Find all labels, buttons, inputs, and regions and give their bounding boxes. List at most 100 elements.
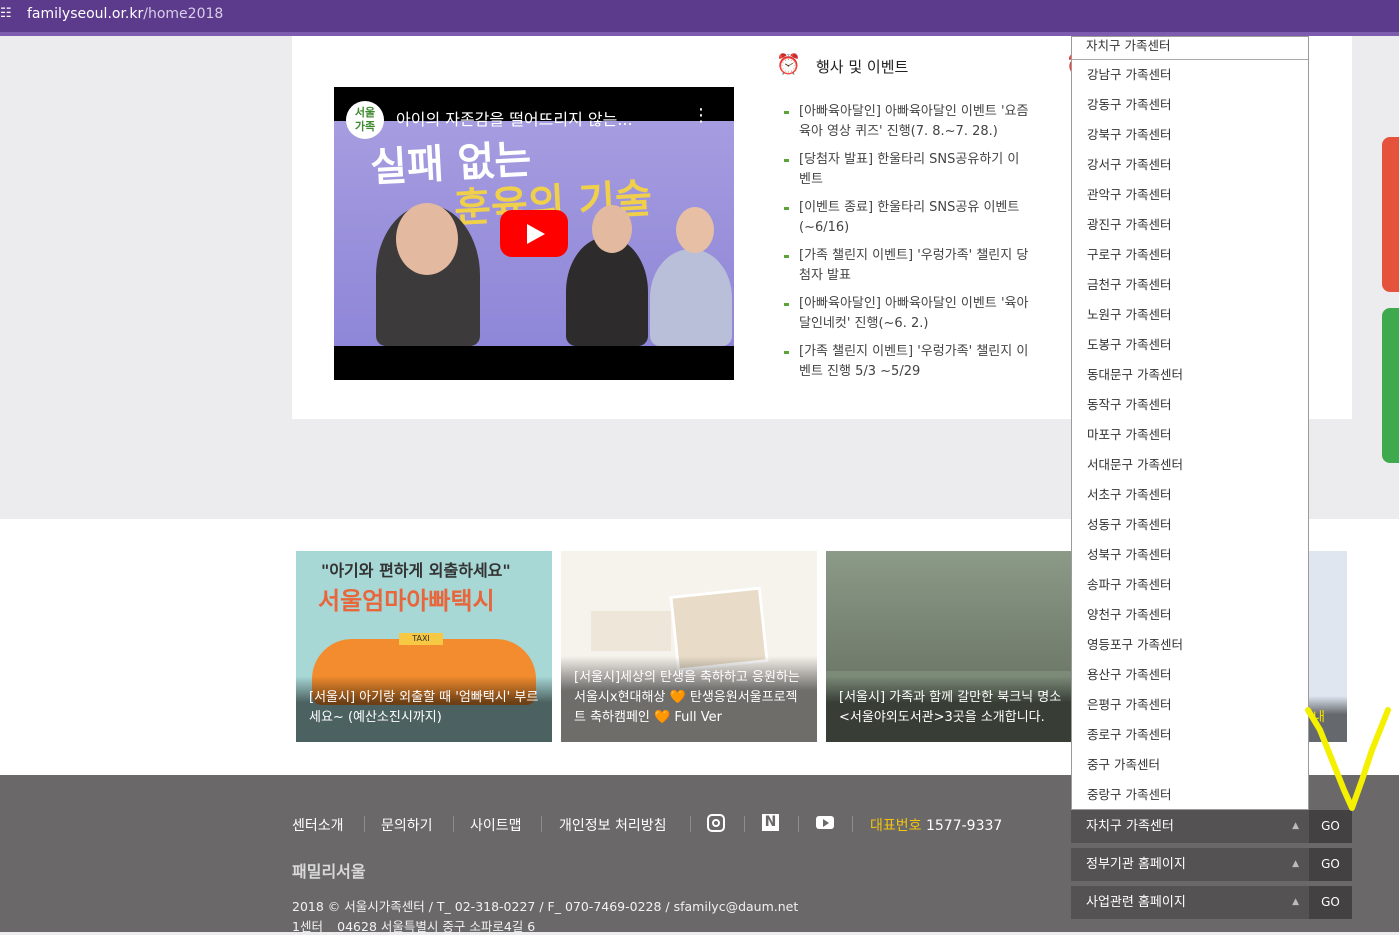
dropdown-option[interactable]: 강남구 가족센터 [1087,64,1171,83]
dropdown-option[interactable]: 중랑구 가족센터 [1087,784,1171,803]
event-link[interactable]: [가족 챌린지 이벤트] '우렁가족' 챌린지 이벤트 진행 5/3 ~5/29 [799,342,1029,382]
dropdown-option[interactable]: 용산구 가족센터 [1087,664,1171,683]
triangle-up-icon: ▲ [1292,821,1299,831]
news-card[interactable]: [서울시]세상의 탄생을 축하하고 응원하는 서울시x현대해상 🧡 탄생응원서울… [561,551,817,742]
district-center-select[interactable]: 자치구 가족센터 ▲ [1071,810,1309,843]
dropdown-option[interactable]: 중구 가족센터 [1087,754,1160,773]
government-sites-select[interactable]: 정부기관 홈페이지 ▲ [1071,848,1309,881]
dropdown-option[interactable]: 노원구 가족센터 [1087,304,1171,323]
divider [852,816,853,832]
events-section-title: 행사 및 이벤트 [816,58,909,76]
side-tab-green[interactable] [1382,308,1399,463]
footer-logo: 패밀리서울 [292,862,366,881]
dropdown-option[interactable]: 강북구 가족센터 [1087,124,1171,143]
phone-info: 대표번호 1577-9337 [870,815,1002,835]
url-text[interactable]: familyseoul.or.kr/home2018 [27,6,223,22]
dropdown-option[interactable]: 서대문구 가족센터 [1087,454,1183,473]
person-3-figure [650,249,732,346]
event-item[interactable]: [가족 챌린지 이벤트] '우렁가족' 챌린지 당첨자 발표 [784,246,1029,286]
card-brand: 서울엄마아빠택시 [318,587,495,615]
card-caption: [서울시] 가족과 함께 갈만한 북크닉 명소 <서울야외도서관>3곳을 소개합… [826,676,1082,742]
card-caption: [서울시]세상의 탄생을 축하하고 응원하는 서울시x현대해상 🧡 탄생응원서울… [561,656,817,742]
youtube-video-player[interactable]: 실패 없는 훈육의 기술 서울 가족 아이의 자존감을 떨어뜨리지 않는... … [334,87,734,380]
dropdown-option[interactable]: 관악구 가족센터 [1087,184,1171,203]
divider [798,816,799,832]
dropdown-option[interactable]: 동작구 가족센터 [1087,394,1171,413]
event-link[interactable]: [당첨자 발표] 한울타리 SNS공유하기 이벤트 [799,150,1029,190]
dropdown-option[interactable]: 송파구 가족센터 [1087,574,1171,593]
dropdown-option[interactable]: 마포구 가족센터 [1087,424,1171,443]
event-item[interactable]: [아빠육아달인] 아빠육아달인 이벤트 '육아달인네컷' 진행(~6. 2.) [784,294,1029,334]
person-3-face [676,207,714,253]
dropdown-option[interactable]: 성동구 가족센터 [1087,514,1171,533]
dropdown-option[interactable]: 광진구 가족센터 [1087,214,1171,233]
bullet-icon [784,255,789,258]
naver-icon[interactable]: N [762,814,779,831]
bullet-icon [784,159,789,162]
event-item[interactable]: [당첨자 발표] 한울타리 SNS공유하기 이벤트 [784,150,1029,190]
card-caption: [서울시] 아기랑 외출할 때 '엄빠택시' 부르세요~ (예산소진시까지) [296,676,552,742]
dropdown-option[interactable]: 구로구 가족센터 [1087,244,1171,263]
event-link[interactable]: [아빠육아달인] 아빠육아달인 이벤트 '요즘육아 영상 퀴즈' 진행(7. 8… [799,102,1029,142]
bullet-icon [784,303,789,306]
event-link[interactable]: [이벤트 종료] 한울타리 SNS공유 이벤트(~6/16) [799,198,1029,238]
dropdown-option[interactable]: 동대문구 가족센터 [1087,364,1183,383]
event-item[interactable]: [아빠육아달인] 아빠육아달인 이벤트 '요즘육아 영상 퀴즈' 진행(7. 8… [784,102,1029,142]
bullet-icon [784,207,789,210]
dropdown-option[interactable]: 양천구 가족센터 [1087,604,1171,623]
footer-link-sitemap[interactable]: 사이트맵 [470,815,522,835]
youtube-icon[interactable] [816,816,834,829]
footer-address: 1센터 _ 04628 서울특별시 중구 소파로4길 6 [292,919,536,934]
video-title[interactable]: 아이의 자존감을 떨어뜨리지 않는... [396,106,633,130]
photo-illustration [826,551,1082,671]
triangle-up-icon: ▲ [1292,859,1299,869]
divider [744,816,745,832]
news-card[interactable]: "아기와 편하게 외출하세요" 서울엄마아빠택시 TAXI [서울시] 아기랑 … [296,551,552,742]
go-button[interactable]: GO [1309,848,1352,881]
site-settings-icon[interactable]: ☷ [0,6,20,26]
alarm-clock-icon: ⏰ [776,52,801,76]
dropdown-option[interactable]: 영등포구 가족센터 [1087,634,1183,653]
dropdown-option[interactable]: 종로구 가족센터 [1087,724,1171,743]
phone-label: 대표번호 [870,818,922,834]
event-item[interactable]: [가족 챌린지 이벤트] '우렁가족' 챌린지 이벤트 진행 5/3 ~5/29 [784,342,1029,382]
dropdown-divider [1072,59,1308,60]
bullet-icon [784,111,789,114]
divider [690,816,691,832]
business-sites-select[interactable]: 사업관련 홈페이지 ▲ [1071,886,1309,919]
footer-link-about[interactable]: 센터소개 [292,815,344,835]
bullet-icon [784,351,789,354]
more-options-icon[interactable]: ⋮ [692,105,710,126]
url-path: /home2018 [143,6,224,22]
divider [453,816,454,832]
channel-logo[interactable]: 서울 가족 [346,101,384,139]
handwritten-check-annotation [1305,707,1391,811]
browser-url-bar[interactable]: ☷ familyseoul.or.kr/home2018 [0,0,1399,32]
footer-link-contact[interactable]: 문의하기 [381,815,433,835]
dropdown-option[interactable]: 성북구 가족센터 [1087,544,1171,563]
select-value: 정부기관 홈페이지 [1086,857,1186,872]
dropdown-option[interactable]: 은평구 가족센터 [1087,694,1171,713]
triangle-up-icon: ▲ [1292,897,1299,907]
person-2-face [592,205,632,253]
dropdown-option[interactable]: 도봉구 가족센터 [1087,334,1171,353]
person-1-face [396,203,458,275]
event-link[interactable]: [아빠육아달인] 아빠육아달인 이벤트 '육아달인네컷' 진행(~6. 2.) [799,294,1029,334]
dropdown-option[interactable]: 강서구 가족센터 [1087,154,1171,173]
go-button[interactable]: GO [1309,886,1352,919]
dropdown-option[interactable]: 강동구 가족센터 [1087,94,1171,113]
side-tab-red[interactable] [1382,137,1399,292]
dropdown-option[interactable]: 서초구 가족센터 [1087,484,1171,503]
instagram-icon[interactable] [707,814,725,832]
dropdown-option[interactable]: 금천구 가족센터 [1087,274,1171,293]
event-link[interactable]: [가족 챌린지 이벤트] '우렁가족' 챌린지 당첨자 발표 [799,246,1029,286]
event-item[interactable]: [이벤트 종료] 한울타리 SNS공유 이벤트(~6/16) [784,198,1029,238]
select-value: 자치구 가족센터 [1086,819,1174,834]
dropdown-header-option[interactable]: 자치구 가족센터 [1086,35,1170,54]
news-card[interactable]: [서울시] 가족과 함께 갈만한 북크닉 명소 <서울야외도서관>3곳을 소개합… [826,551,1082,742]
footer-link-privacy[interactable]: 개인정보 처리방침 [559,815,667,835]
divider [364,816,365,832]
person-2-figure [566,237,648,346]
footer-contact-info: 2018 © 서울시가족센터 / T_ 02-318-0227 / F_ 070… [292,899,799,914]
play-button-icon[interactable] [500,210,568,257]
